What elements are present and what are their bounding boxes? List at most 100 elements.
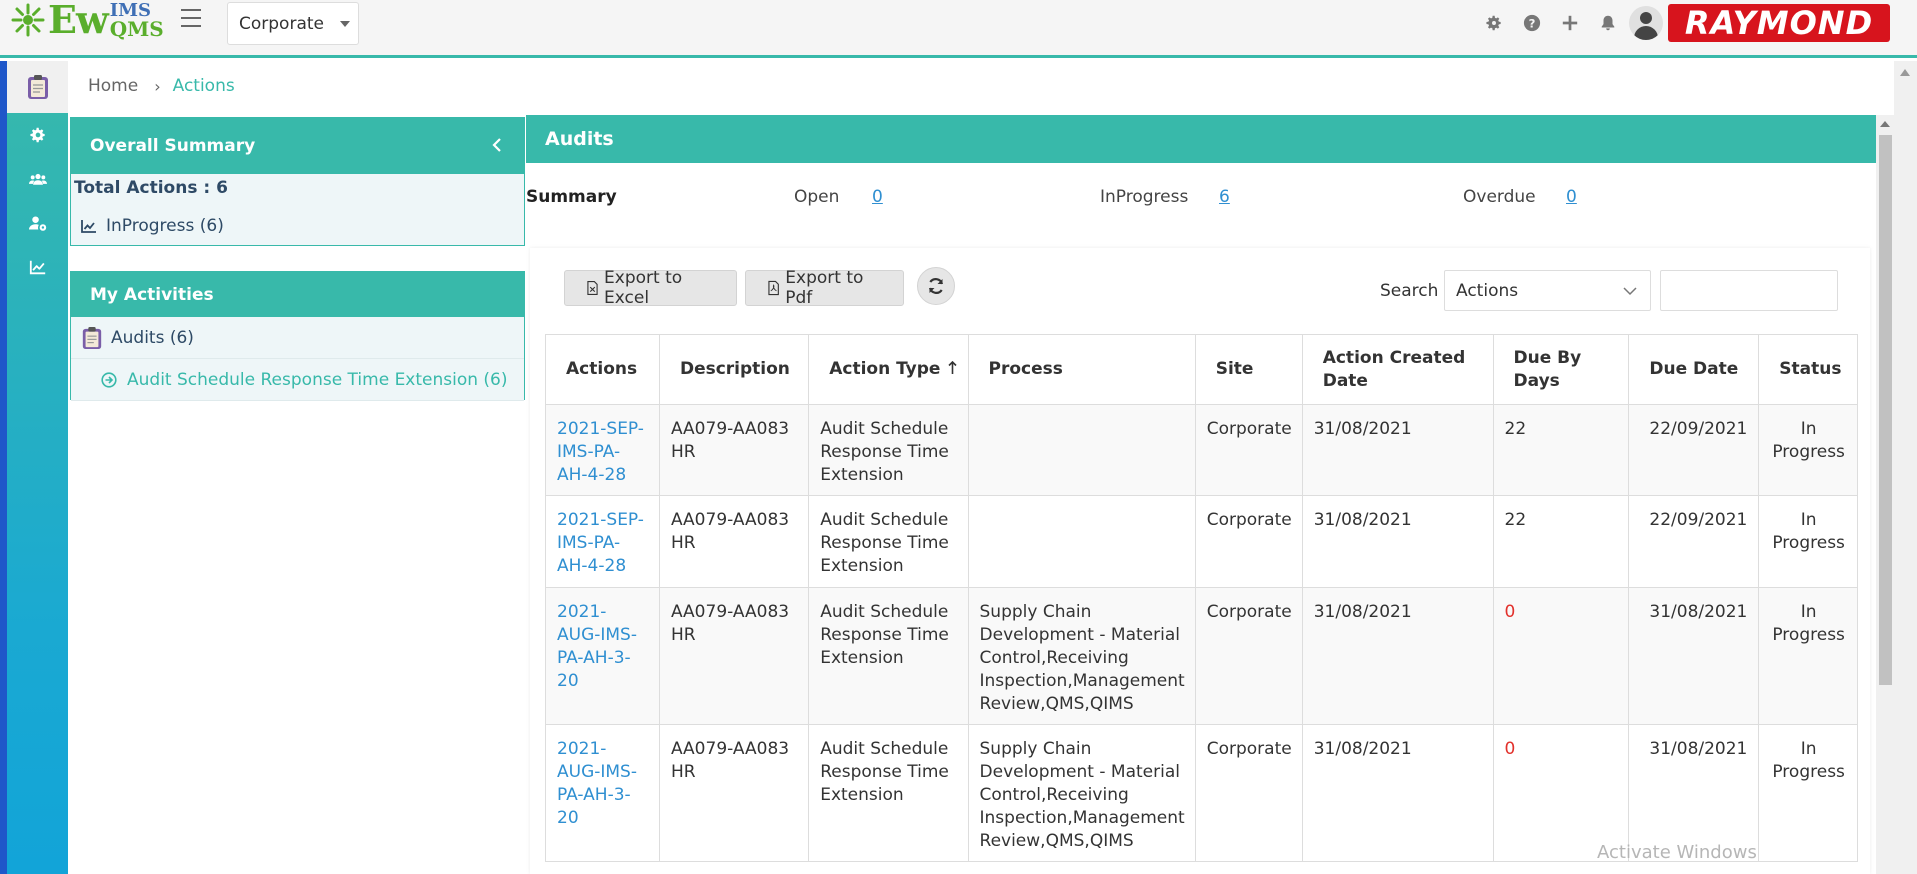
- audits-header: Audits: [526, 115, 1876, 163]
- export-pdf-button[interactable]: Export to Pdf: [745, 268, 904, 308]
- scrollbar-thumb[interactable]: [1879, 135, 1892, 685]
- cell-process: Supply Chain Development - Material Cont…: [967, 724, 1196, 862]
- cell-description: AA079-AA083 HR: [658, 495, 810, 588]
- my-activities-panel: My Activities Audits (6) Audit Schedule …: [70, 271, 525, 401]
- col-description[interactable]: Description: [658, 334, 810, 405]
- overall-summary-panel: Overall Summary Total Actions : 6 InProg…: [70, 117, 525, 246]
- table-row[interactable]: 2021-AUG-IMS-PA-AH-3-20 AA079-AA083 HR A…: [545, 724, 1858, 862]
- site-select[interactable]: Corporate: [227, 2, 359, 45]
- cell-created: 31/08/2021: [1301, 404, 1494, 496]
- breadcrumb: Home › Actions: [88, 76, 235, 96]
- cell-action-type: Audit Schedule Response Time Extension: [808, 495, 969, 588]
- line-chart-icon: [29, 260, 45, 275]
- col-actions-label: Actions: [566, 359, 638, 379]
- help-icon[interactable]: ?: [1513, 5, 1551, 41]
- my-activities-title: My Activities: [90, 284, 214, 305]
- activate-windows-watermark: Activate Windows: [1597, 842, 1757, 863]
- page-scrollbar[interactable]: [1894, 61, 1917, 874]
- cell-process: [967, 404, 1196, 496]
- table-row[interactable]: 2021-SEP-IMS-PA-AH-4-28 AA079-AA083 HR A…: [545, 404, 1858, 496]
- caret-down-icon: [340, 21, 350, 27]
- action-id-link[interactable]: 2021-AUG-IMS-PA-AH-3-20: [545, 724, 660, 862]
- rail-item-reports[interactable]: [7, 245, 68, 289]
- search-field-select[interactable]: Actions: [1444, 270, 1651, 311]
- menu-toggle-icon[interactable]: [181, 9, 201, 27]
- table-row[interactable]: 2021-SEP-IMS-PA-AH-4-28 AA079-AA083 HR A…: [545, 495, 1858, 588]
- col-actions[interactable]: Actions: [545, 334, 660, 405]
- cell-action-type: Audit Schedule Response Time Extension: [808, 587, 969, 725]
- search-input[interactable]: [1660, 270, 1838, 311]
- col-status[interactable]: Status: [1758, 334, 1858, 405]
- cell-due-date: 22/09/2021: [1628, 495, 1760, 588]
- cell-due-by: 22: [1492, 404, 1630, 496]
- activity-sub-label: Audit Schedule Response Time Extension (…: [127, 369, 508, 390]
- action-id-link[interactable]: 2021-SEP-IMS-PA-AH-4-28: [545, 404, 660, 496]
- open-count[interactable]: 0: [872, 187, 883, 207]
- top-icons: ?: [1475, 5, 1663, 41]
- cell-site: Corporate: [1194, 404, 1303, 496]
- content-scrollbar[interactable]: [1876, 115, 1894, 874]
- cell-description: AA079-AA083 HR: [658, 587, 810, 725]
- col-due-date[interactable]: Due Date: [1628, 334, 1760, 405]
- overall-summary-header[interactable]: Overall Summary: [71, 118, 524, 174]
- chevron-left-icon[interactable]: [492, 138, 502, 152]
- breadcrumb-current[interactable]: Actions: [173, 76, 235, 96]
- col-due-date-label: Due Date: [1649, 359, 1739, 379]
- svg-text:?: ?: [1529, 17, 1536, 31]
- table-row[interactable]: 2021-AUG-IMS-PA-AH-3-20 AA079-AA083 HR A…: [545, 587, 1858, 725]
- activity-audit-schedule-extension[interactable]: Audit Schedule Response Time Extension (…: [71, 359, 524, 401]
- settings-gear-icon[interactable]: [1475, 5, 1513, 41]
- cell-created: 31/08/2021: [1301, 495, 1494, 588]
- rail-item-settings[interactable]: [7, 113, 68, 157]
- arrow-circle-right-icon: [101, 371, 117, 388]
- cell-action-type: Audit Schedule Response Time Extension: [808, 404, 969, 496]
- col-site[interactable]: Site: [1194, 334, 1303, 405]
- export-pdf-label: Export to Pdf: [785, 268, 864, 308]
- sort-up-icon: [948, 361, 958, 374]
- export-excel-button[interactable]: Export to Excel: [564, 268, 737, 308]
- user-avatar[interactable]: [1629, 6, 1663, 40]
- rail-item-user-settings[interactable]: [7, 201, 68, 245]
- open-label: Open: [794, 187, 840, 207]
- add-plus-icon[interactable]: [1551, 5, 1589, 41]
- site-select-value: Corporate: [239, 13, 324, 34]
- actions-table: Actions Description Action Type Process …: [545, 334, 1858, 862]
- notification-bell-icon[interactable]: [1589, 5, 1627, 41]
- cell-process: [967, 495, 1196, 588]
- overall-summary-body: Total Actions : 6 InProgress (6): [71, 174, 524, 245]
- gear-icon: [29, 127, 45, 143]
- col-created[interactable]: Action Created Date: [1301, 334, 1494, 405]
- col-site-label: Site: [1215, 359, 1254, 379]
- breadcrumb-home[interactable]: Home: [88, 76, 138, 96]
- cell-site: Corporate: [1194, 587, 1303, 725]
- cell-process: Supply Chain Development - Material Cont…: [967, 587, 1196, 725]
- col-created-label: Action Created Date: [1322, 347, 1466, 391]
- action-id-link[interactable]: 2021-SEP-IMS-PA-AH-4-28: [545, 495, 660, 588]
- cell-due-by: 22: [1492, 495, 1630, 588]
- clipboard-icon: [27, 75, 48, 99]
- cell-created: 31/08/2021: [1301, 724, 1494, 862]
- rail-item-audits[interactable]: [7, 61, 68, 113]
- activity-audits[interactable]: Audits (6): [71, 317, 524, 359]
- inprogress-count[interactable]: 6: [1219, 187, 1230, 207]
- col-process[interactable]: Process: [967, 334, 1196, 405]
- refresh-button[interactable]: [917, 267, 955, 305]
- cell-status: In Progress: [1758, 587, 1858, 725]
- action-id-link[interactable]: 2021-AUG-IMS-PA-AH-3-20: [545, 587, 660, 725]
- export-excel-label: Export to Excel: [604, 268, 683, 308]
- logo-text-imsqms: IMS QMS: [110, 2, 164, 40]
- app-logo[interactable]: Ew IMS QMS: [10, 0, 164, 40]
- left-rail-edge: [0, 61, 7, 874]
- sun-logo-icon: [11, 3, 45, 37]
- inprogress-filter[interactable]: InProgress (6): [71, 204, 524, 248]
- my-activities-body: Audits (6) Audit Schedule Response Time …: [71, 317, 524, 401]
- col-action-type[interactable]: Action Type: [808, 334, 969, 405]
- search-label: Search: [1380, 281, 1439, 301]
- col-due-by-label: Due By Days: [1513, 347, 1582, 391]
- cell-due-by: 0: [1492, 724, 1630, 862]
- rail-item-users[interactable]: [7, 157, 68, 201]
- overdue-count[interactable]: 0: [1566, 187, 1577, 207]
- col-due-by[interactable]: Due By Days: [1492, 334, 1630, 405]
- brand-text: RAYMOND: [1684, 4, 1874, 42]
- cell-action-type: Audit Schedule Response Time Extension: [808, 724, 969, 862]
